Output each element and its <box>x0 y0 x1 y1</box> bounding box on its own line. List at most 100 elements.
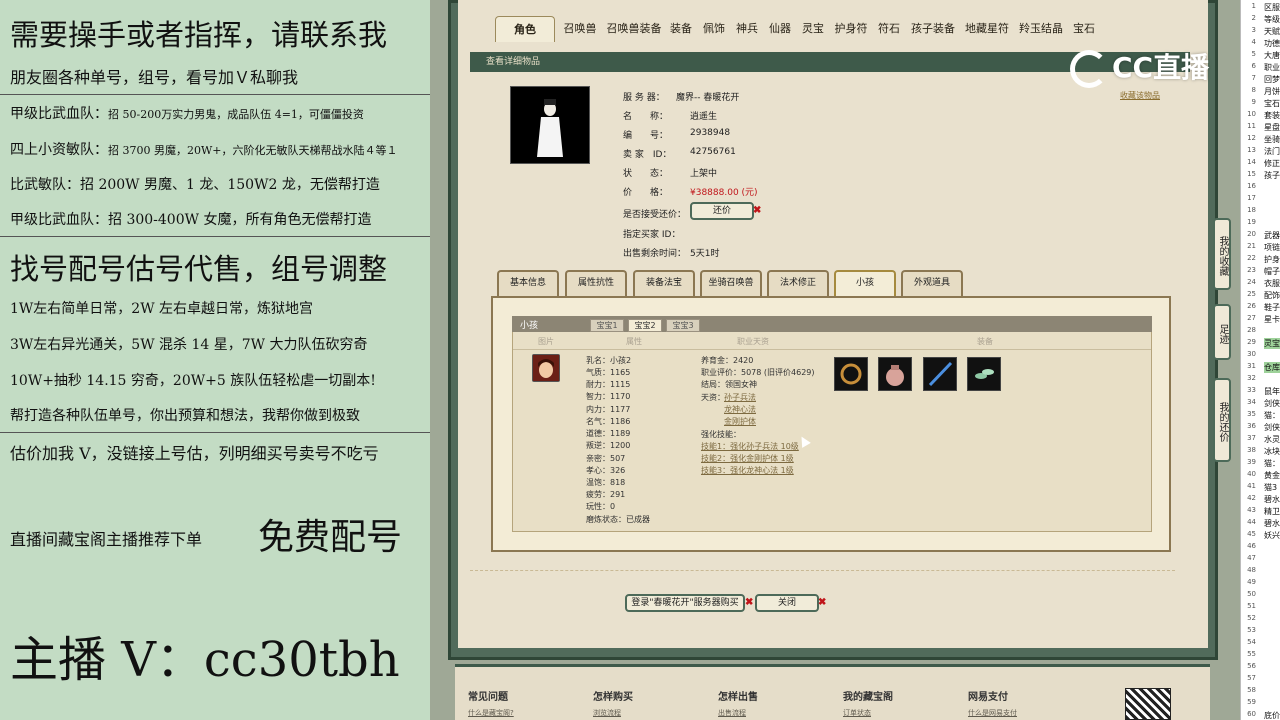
tab-baby-2[interactable]: 宝宝2 <box>628 319 662 332</box>
sheet-cell[interactable]: 月饼 <box>1264 86 1280 97</box>
sheet-row-number: 40 <box>1247 470 1256 478</box>
name-value: 逍遥生 <box>690 112 718 122</box>
tab-baby-3[interactable]: 宝宝3 <box>666 319 700 332</box>
sheet-cell[interactable]: 剑侠 <box>1264 398 1280 409</box>
talent-1[interactable]: 孙子兵法 <box>724 392 756 403</box>
sheet-row-number: 33 <box>1247 386 1256 394</box>
sheet-cell[interactable]: 仓库 <box>1264 362 1280 373</box>
sheet-cell[interactable]: 功德 <box>1264 38 1280 49</box>
tab-mount-summon[interactable]: 坐骑召唤兽 <box>700 270 762 296</box>
tab-star[interactable]: 地藏星符 <box>963 16 1011 42</box>
tab-role[interactable]: 角色 <box>495 16 555 42</box>
equip-slot-3[interactable] <box>923 357 957 391</box>
equip-slot-1[interactable] <box>834 357 868 391</box>
sheet-cell[interactable]: 精卫 <box>1264 506 1280 517</box>
sheet-cell[interactable]: 大唐 <box>1264 50 1280 61</box>
sheet-cell[interactable]: 坐骑 <box>1264 134 1280 145</box>
sheet-cell[interactable]: 鼠年 <box>1264 386 1280 397</box>
tab-gem[interactable]: 宝石 <box>1071 16 1097 42</box>
sheet-cell[interactable]: 衣服 <box>1264 278 1280 289</box>
sheet-cell[interactable]: 猫： <box>1264 410 1280 421</box>
sheet-row-number: 34 <box>1247 398 1256 406</box>
sheet-cell[interactable]: 猫3 <box>1264 482 1280 493</box>
tab-weapon[interactable]: 神兵 <box>734 16 760 42</box>
sheet-cell[interactable]: 修正 <box>1264 158 1280 169</box>
sheet-cell[interactable]: 剑侠 <box>1264 422 1280 433</box>
tab-rune[interactable]: 符石 <box>876 16 902 42</box>
tab-amulet[interactable]: 护身符 <box>833 16 869 42</box>
sheet-cell[interactable]: 项链 <box>1264 242 1280 253</box>
sheet-cell[interactable]: 回梦 <box>1264 74 1280 85</box>
tab-appearance[interactable]: 外观道具 <box>901 270 963 296</box>
tab-accessory[interactable]: 佩饰 <box>701 16 727 42</box>
sheet-row-number: 3 <box>1251 26 1256 34</box>
sheet-cell[interactable]: 鞋子 <box>1264 302 1280 313</box>
sheet-cell[interactable]: 职业 <box>1264 62 1280 73</box>
sheet-cell[interactable]: 底价 <box>1264 710 1280 720</box>
tab-spell-fix[interactable]: 法术修正 <box>767 270 829 296</box>
sheet-cell[interactable]: 碧水 <box>1264 518 1280 529</box>
id-label: 编 号： <box>623 131 669 141</box>
sheet-cell[interactable]: 星盘 <box>1264 122 1280 133</box>
talent-3[interactable]: 金刚护体 <box>724 416 756 427</box>
sheet-cell[interactable]: 灵宝 <box>1264 338 1280 349</box>
jade-icon <box>975 369 994 379</box>
equip-slot-4[interactable] <box>967 357 1001 391</box>
sheet-cell[interactable]: 区服 <box>1264 2 1280 13</box>
sheet-cell[interactable]: 猫： <box>1264 458 1280 469</box>
my-counter-offers-button[interactable]: 我的还价 <box>1213 378 1231 462</box>
sheet-cell[interactable]: 护身 <box>1264 254 1280 265</box>
sheet-cell[interactable]: 配饰 <box>1264 290 1280 301</box>
sheet-row-number: 35 <box>1247 410 1256 418</box>
stat-fame: 名气：1186 <box>586 417 631 426</box>
tab-summon-equip[interactable]: 召唤兽装备 <box>605 16 663 42</box>
footer-link-2[interactable]: 浏览流程 <box>593 708 621 718</box>
tab-equipment[interactable]: 装备法宝 <box>633 270 695 296</box>
footprint-button[interactable]: 足迹 <box>1213 304 1231 360</box>
footer-link-4[interactable]: 订单状态 <box>843 708 871 718</box>
tab-child[interactable]: 小孩 <box>834 270 896 296</box>
tab-equip[interactable]: 装备 <box>668 16 694 42</box>
footer-link-3[interactable]: 出售流程 <box>718 708 746 718</box>
footer-link-5[interactable]: 什么是网易支付 <box>968 708 1017 718</box>
sheet-row-number: 51 <box>1247 602 1256 610</box>
ad-service-3: 10W+抽秒 14.15 穷奇，20W+5 族队伍轻松虐一切副本! <box>10 373 376 389</box>
sheet-cell[interactable]: 帽子 <box>1264 266 1280 277</box>
skill-3[interactable]: 技能3：强化龙神心法 1级 <box>701 465 794 476</box>
favorite-link[interactable]: 收藏该物品 <box>1120 90 1160 101</box>
equip-slot-2[interactable] <box>878 357 912 391</box>
tab-jade[interactable]: 羚玉结晶 <box>1017 16 1065 42</box>
sheet-cell[interactable]: 冰块 <box>1264 446 1280 457</box>
sheet-cell[interactable]: 孩子 <box>1264 170 1280 181</box>
sheet-cell[interactable]: 套装 <box>1264 110 1280 121</box>
footer-link-1[interactable]: 什么是藏宝阁? <box>468 708 514 718</box>
sheet-row-number: 12 <box>1247 134 1256 142</box>
tab-attributes[interactable]: 属性抗性 <box>565 270 627 296</box>
tab-child-equip[interactable]: 孩子装备 <box>909 16 957 42</box>
login-buy-button[interactable]: 登录"春暖花开"服务器购买 <box>625 594 745 612</box>
sheet-cell[interactable]: 法门 <box>1264 146 1280 157</box>
tab-fairy[interactable]: 仙器 <box>767 16 793 42</box>
sheet-cell[interactable]: 等级 <box>1264 14 1280 25</box>
tab-basic-info[interactable]: 基本信息 <box>497 270 559 296</box>
stat-fullness: 温饱：818 <box>586 478 626 487</box>
close-button[interactable]: 关闭 <box>755 594 819 612</box>
sheet-cell[interactable]: 水灵 <box>1264 434 1280 445</box>
talent-2[interactable]: 龙神心法 <box>724 404 756 415</box>
skill-2[interactable]: 技能2：强化金刚护体 1级 <box>701 453 794 464</box>
tab-treasure[interactable]: 灵宝 <box>800 16 826 42</box>
sheet-cell[interactable]: 天赋 <box>1264 26 1280 37</box>
skill-1[interactable]: 技能1：强化孙子兵法 10级 <box>701 441 799 452</box>
sheet-cell[interactable]: 妖兴 <box>1264 530 1280 541</box>
sheet-cell[interactable]: 宝石 <box>1264 98 1280 109</box>
my-favorites-button[interactable]: 我的收藏 <box>1213 218 1231 290</box>
sheet-cell[interactable]: 碧水 <box>1264 494 1280 505</box>
sheet-cell[interactable]: 武器 <box>1264 230 1280 241</box>
sheet-cell[interactable]: 星卡 <box>1264 314 1280 325</box>
counter-offer-button[interactable]: 还价 <box>690 202 754 220</box>
tab-baby-1[interactable]: 宝宝1 <box>590 319 624 332</box>
tab-summon[interactable]: 召唤兽 <box>562 16 598 42</box>
sheet-row-number: 13 <box>1247 146 1256 154</box>
sheet-cell[interactable]: 黄金 <box>1264 470 1280 481</box>
sheet-row-number: 6 <box>1251 62 1256 70</box>
